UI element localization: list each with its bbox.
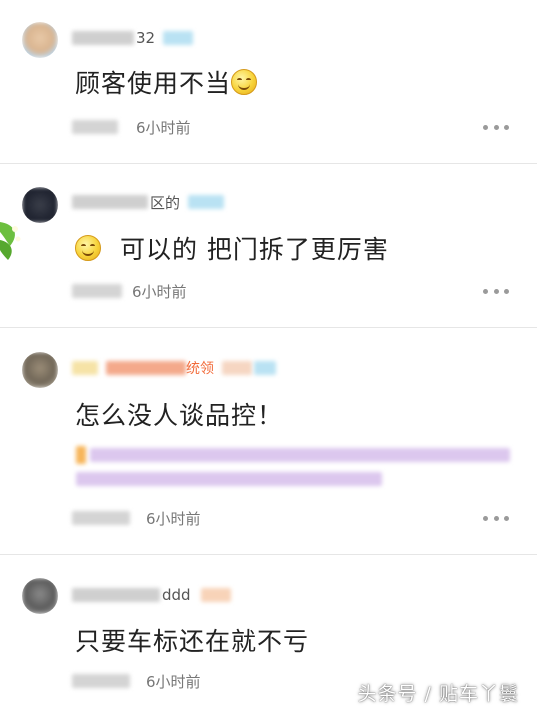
divider xyxy=(0,163,537,164)
more-options-icon[interactable] xyxy=(483,287,509,295)
timestamp: 6小时前 xyxy=(146,509,201,528)
timestamp: 6小时前 xyxy=(136,118,191,137)
leaf-decoration-icon xyxy=(0,222,21,260)
comment-text: 只要车标还在就不亏 xyxy=(75,627,310,656)
username[interactable]: 区的 xyxy=(72,191,225,213)
username[interactable]: 统领 xyxy=(72,357,276,379)
avatar[interactable] xyxy=(22,578,58,614)
watermark: 头条号 / 贴车丫鬟 xyxy=(357,683,519,705)
username-suffix: 32 xyxy=(136,29,156,47)
timestamp: 6小时前 xyxy=(146,672,201,691)
username[interactable]: ddd xyxy=(72,584,231,606)
comment-meta: 6小时前 xyxy=(72,670,201,692)
smile-emoji-icon xyxy=(231,69,258,95)
blurred-quote xyxy=(76,442,512,494)
username-suffix: 区的 xyxy=(150,193,181,212)
avatar[interactable] xyxy=(22,187,58,223)
more-options-icon[interactable] xyxy=(483,123,509,131)
username-suffix: ddd xyxy=(162,586,191,604)
user-badge xyxy=(188,195,225,209)
divider xyxy=(0,327,537,328)
comment-text: 可以的 把门拆了更厉害 xyxy=(75,230,389,266)
user-badge xyxy=(163,31,194,45)
comment-text: 怎么没人谈品控！ xyxy=(75,401,284,430)
comment-meta: 6小时前 xyxy=(72,280,187,302)
timestamp: 6小时前 xyxy=(132,282,187,301)
smile-emoji-icon xyxy=(75,235,101,261)
username[interactable]: 32 xyxy=(72,27,194,49)
avatar[interactable] xyxy=(22,352,58,388)
comment-meta: 6小时前 xyxy=(72,507,201,529)
comment-text: 顾客使用不当 xyxy=(75,64,258,100)
divider xyxy=(0,554,537,555)
comment-meta: 6小时前 xyxy=(72,116,191,138)
user-badge-text: 统领 xyxy=(186,361,214,377)
avatar[interactable] xyxy=(22,22,58,58)
user-badge xyxy=(200,588,231,602)
more-options-icon[interactable] xyxy=(483,514,509,522)
